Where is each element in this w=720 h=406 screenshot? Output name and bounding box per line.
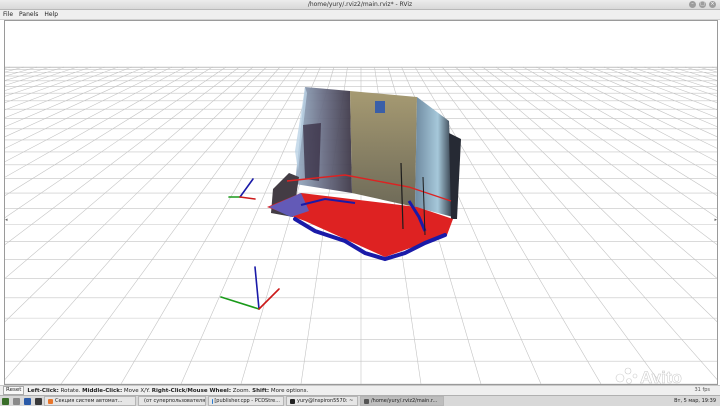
maximize-button[interactable]: □ <box>699 1 706 8</box>
rviz-icon <box>364 399 369 404</box>
middle-click-text: Move X/Y. <box>122 388 152 394</box>
3d-render-viewport[interactable]: ◂ ▸ <box>4 20 718 385</box>
menu-help[interactable]: Help <box>41 10 61 19</box>
file-manager-icon[interactable] <box>24 398 31 405</box>
window-controls: – □ × <box>689 1 716 8</box>
shift-label: Shift: <box>252 388 269 394</box>
right-click-text: Zoom. <box>231 388 252 394</box>
shift-text: More options. <box>269 388 308 394</box>
taskbar: Секция систем автомат... (от суперпользо… <box>0 395 720 406</box>
start-menu-icon[interactable] <box>2 398 9 405</box>
terminal-icon[interactable] <box>35 398 42 405</box>
status-bar: Reset Left-Click: Rotate. Middle-Click: … <box>0 385 720 395</box>
reset-button[interactable]: Reset <box>3 386 24 395</box>
window-title: /home/yury/.rviz2/main.rviz* - RViz <box>308 1 412 8</box>
menu-file[interactable]: File <box>0 10 16 19</box>
left-panel-collapse-arrow[interactable]: ◂ <box>5 217 8 223</box>
right-click-label: Right-Click/Mouse Wheel: <box>152 388 231 394</box>
minimize-button[interactable]: – <box>689 1 696 8</box>
right-panel-collapse-arrow[interactable]: ▸ <box>714 217 717 223</box>
left-click-label: Left-Click: <box>27 388 58 394</box>
menu-bar: File Panels Help <box>0 10 720 20</box>
mouse-help-text: Left-Click: Rotate. Middle-Click: Move X… <box>27 388 308 394</box>
tf-axes-origin <box>229 179 255 199</box>
watermark-text: Avito <box>640 368 682 387</box>
terminal-task-icon <box>290 399 295 404</box>
point-cloud <box>267 87 461 259</box>
close-button[interactable]: × <box>709 1 716 8</box>
left-click-text: Rotate. <box>59 388 82 394</box>
avito-watermark: Avito <box>614 362 706 388</box>
menu-panels[interactable]: Panels <box>16 10 41 19</box>
window-titlebar: /home/yury/.rviz2/main.rviz* - RViz – □ … <box>0 0 720 10</box>
middle-click-label: Middle-Click: <box>82 388 122 394</box>
browser-icon <box>48 399 53 404</box>
show-desktop-icon[interactable] <box>13 398 20 405</box>
3d-scene[interactable] <box>5 21 717 384</box>
